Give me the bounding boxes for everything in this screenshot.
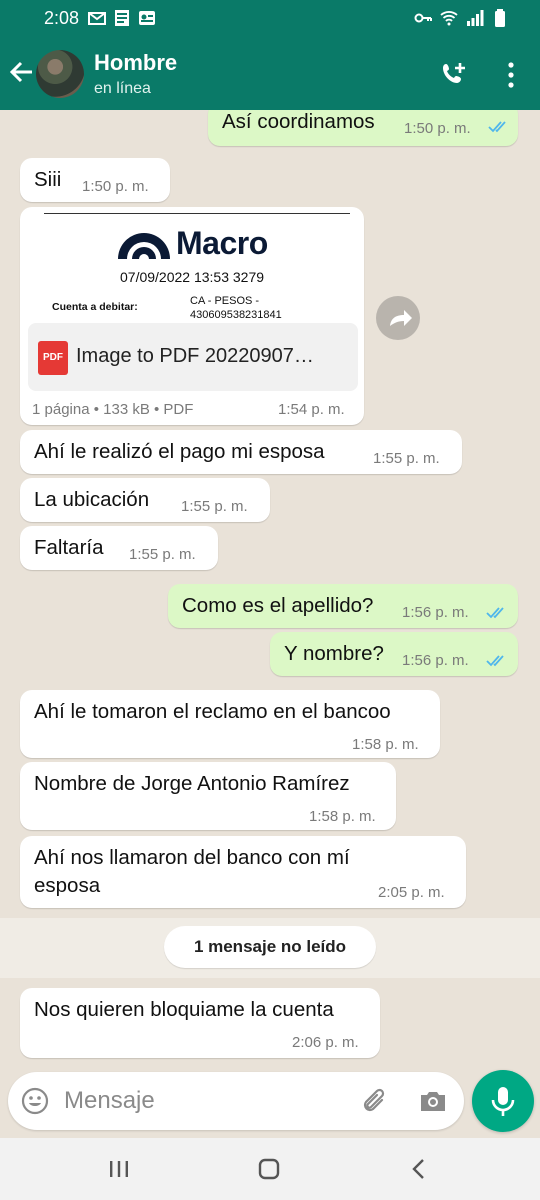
message-text: Ahí le tomaron el reclamo en el bancoo — [34, 700, 391, 723]
signal-icon — [467, 10, 484, 26]
document-name: Image to PDF 20220907… — [76, 345, 314, 367]
bank-logo-icon — [118, 233, 170, 259]
message-text: Ahí nos llamaron del banco con mí — [34, 846, 350, 869]
document-icon — [115, 10, 129, 26]
account-label: Cuenta a debitar: — [52, 301, 138, 313]
read-ticks-icon — [488, 121, 506, 133]
message-text: Siii — [34, 168, 62, 191]
home-icon[interactable] — [254, 1154, 284, 1184]
microphone-icon — [491, 1087, 515, 1116]
back-icon[interactable] — [404, 1154, 434, 1184]
pdf-icon: PDF — [38, 341, 68, 375]
bank-name: Macro — [176, 225, 268, 261]
message-time: 1:50 p. m. — [82, 178, 149, 195]
contact-name[interactable]: Hombre — [94, 50, 177, 76]
message-text: Como es el apellido? — [182, 594, 374, 617]
message-input[interactable] — [64, 1084, 344, 1118]
camera-icon[interactable] — [418, 1086, 448, 1116]
unread-badge: 1 mensaje no leído — [164, 926, 376, 968]
message-bubble-incoming[interactable]: Ahí le realizó el pago mi esposa 1:55 p.… — [20, 430, 462, 474]
add-call-icon[interactable] — [440, 60, 470, 90]
wifi-calling-icon — [440, 11, 458, 26]
document-meta: 1 página • 133 kB • PDF — [32, 401, 194, 418]
message-time: 1:55 p. m. — [373, 450, 440, 467]
message-bubble-incoming[interactable]: Siii 1:50 p. m. — [20, 158, 170, 202]
message-text: Nombre de Jorge Antonio Ramírez — [34, 772, 350, 795]
divider — [44, 213, 350, 214]
message-bubble-incoming[interactable]: Faltaría 1:55 p. m. — [20, 526, 218, 570]
emoji-icon[interactable] — [20, 1086, 50, 1116]
message-bubble-incoming[interactable]: Ahí nos llamaron del banco con mí esposa… — [20, 836, 466, 908]
message-text: Ahí le realizó el pago mi esposa — [34, 440, 325, 463]
read-ticks-icon — [486, 655, 504, 667]
more-options-icon[interactable] — [500, 60, 522, 90]
battery-icon — [495, 9, 505, 27]
status-bar: 2:08 — [0, 0, 540, 38]
document-message[interactable]: Macro 07/09/2022 13:53 3279 Cuenta a deb… — [20, 207, 364, 425]
voice-record-button[interactable] — [472, 1070, 534, 1132]
message-bubble-incoming[interactable]: La ubicación 1:55 p. m. — [20, 478, 270, 522]
message-text: Así coordinamos — [222, 110, 375, 133]
forward-button[interactable] — [376, 296, 420, 340]
message-text: esposa — [34, 874, 101, 897]
message-bubble-outgoing[interactable]: Como es el apellido? 1:56 p. m. — [168, 584, 518, 628]
message-time: 1:54 p. m. — [278, 401, 345, 418]
sim-contact-icon — [139, 11, 155, 25]
message-time: 1:55 p. m. — [129, 546, 196, 563]
message-bubble-outgoing[interactable]: Así coordinamos 1:50 p. m. — [208, 110, 518, 146]
message-composer[interactable] — [8, 1072, 464, 1130]
message-time: 2:06 p. m. — [292, 1034, 359, 1051]
message-text: Faltaría — [34, 536, 104, 559]
message-bubble-incoming[interactable]: Ahí le tomaron el reclamo en el bancoo 1… — [20, 690, 440, 758]
recent-apps-icon[interactable] — [104, 1154, 134, 1184]
avatar[interactable] — [36, 50, 84, 98]
message-time: 1:56 p. m. — [402, 604, 469, 621]
attach-icon[interactable] — [360, 1086, 390, 1116]
unread-label: 1 mensaje no leído — [193, 937, 347, 956]
vpn-key-icon — [414, 13, 432, 23]
document-preview[interactable]: Macro 07/09/2022 13:53 3279 Cuenta a deb… — [28, 213, 358, 323]
receipt-date: 07/09/2022 13:53 3279 — [120, 269, 265, 285]
message-list[interactable]: Así coordinamos 1:50 p. m. Siii 1:50 p. … — [0, 110, 540, 1072]
message-bubble-outgoing[interactable]: Y nombre? 1:56 p. m. — [270, 632, 518, 676]
message-time: 1:55 p. m. — [181, 498, 248, 515]
contact-status: en línea — [94, 80, 151, 97]
unread-divider: 1 mensaje no leído — [0, 918, 540, 978]
gmail-icon — [88, 12, 106, 25]
system-nav-bar — [0, 1138, 540, 1200]
document-file-row[interactable]: PDF Image to PDF 20220907… — [28, 323, 358, 391]
message-text: Y nombre? — [284, 642, 384, 665]
message-time: 1:56 p. m. — [402, 652, 469, 669]
message-text: Nos quieren bloquiame la cuenta — [34, 998, 334, 1021]
message-time: 1:58 p. m. — [309, 808, 376, 825]
forward-icon — [390, 310, 412, 326]
message-time: 1:50 p. m. — [404, 120, 471, 137]
chat-header: Hombre en línea — [0, 38, 540, 110]
back-arrow-icon[interactable] — [8, 58, 36, 86]
message-text: La ubicación — [34, 488, 150, 511]
message-time: 2:05 p. m. — [378, 884, 445, 901]
message-time: 1:58 p. m. — [352, 736, 419, 753]
account-type: CA - PESOS - — [190, 295, 260, 307]
message-bubble-incoming[interactable]: Nos quieren bloquiame la cuenta 2:06 p. … — [20, 988, 380, 1058]
status-time: 2:08 — [44, 8, 80, 28]
message-bubble-incoming[interactable]: Nombre de Jorge Antonio Ramírez 1:58 p. … — [20, 762, 396, 830]
account-number: 430609538231841 — [190, 309, 282, 321]
read-ticks-icon — [486, 607, 504, 619]
